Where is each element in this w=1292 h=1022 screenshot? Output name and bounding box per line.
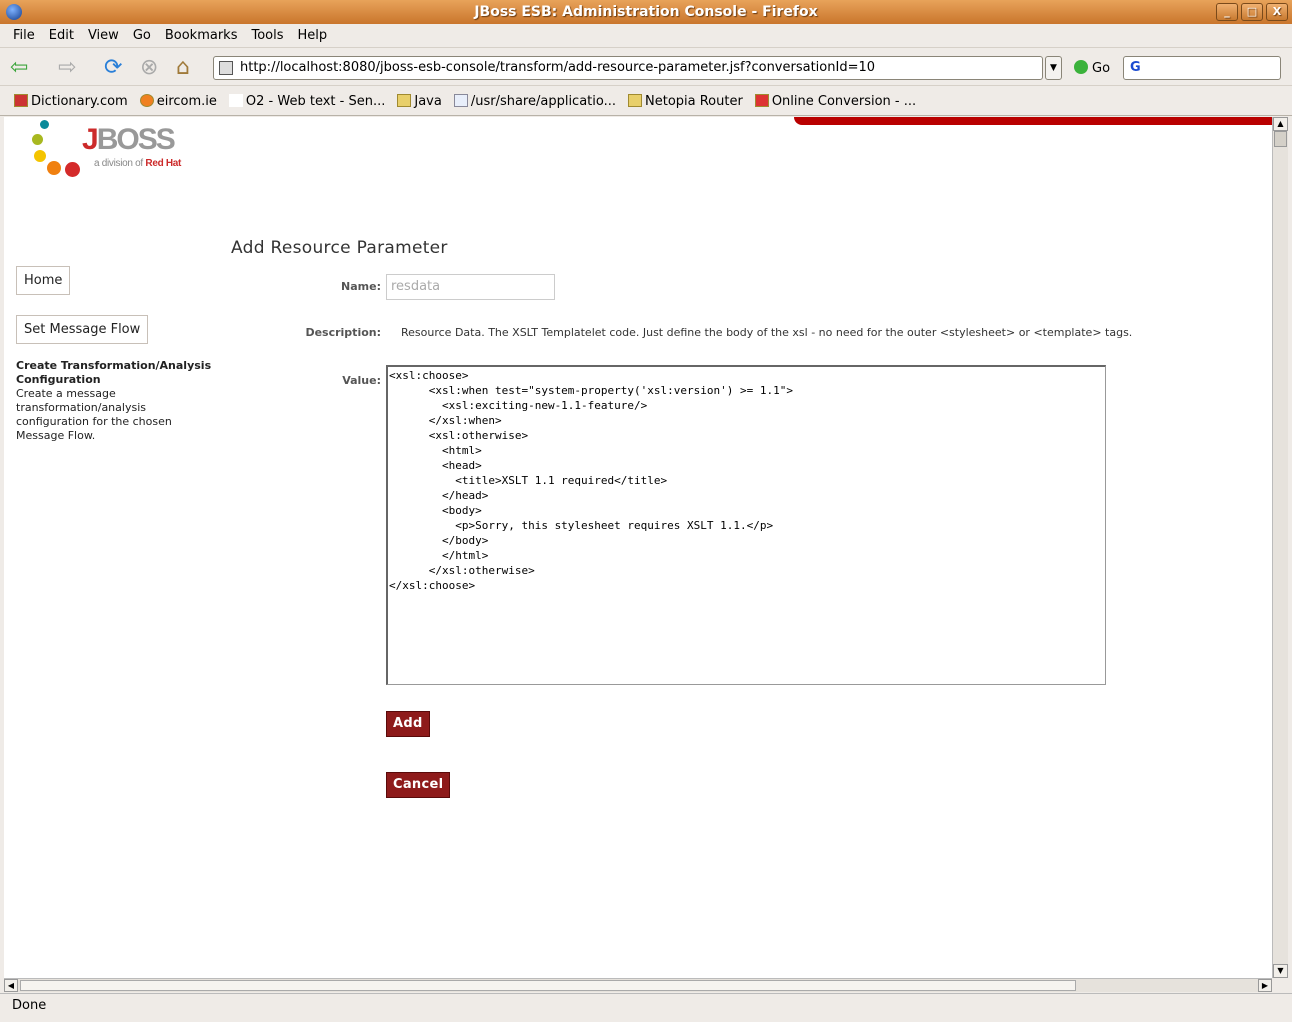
menu-tools[interactable]: Tools [244,28,290,43]
horizontal-scrollbar[interactable]: ◀ ▶ [4,978,1272,992]
home-icon[interactable]: ⌂ [176,56,190,80]
back-icon[interactable]: ⇦ [10,56,28,80]
add-button[interactable]: Add [386,711,430,737]
value-textarea[interactable]: <xsl:choose> <xsl:when test="system-prop… [386,365,1106,685]
page-title: Add Resource Parameter [231,238,448,258]
description-label: Description: [305,326,381,339]
menu-help[interactable]: Help [291,28,335,43]
reload-icon[interactable]: ⟳ [104,56,122,80]
status-text: Done [12,998,47,1013]
menu-bar: File Edit View Go Bookmarks Tools Help [0,24,1292,48]
firefox-icon [6,4,22,20]
description-text: Resource Data. The XSLT Templatelet code… [401,326,1133,339]
search-engine-icon[interactable]: G [1130,60,1141,75]
stop-icon[interactable]: ⊗ [140,56,158,80]
maximize-button[interactable]: □ [1241,3,1263,21]
sidebar-section-desc: Create a message transformation/analysis… [16,387,172,442]
name-field[interactable]: resdata [386,274,555,300]
scroll-right-arrow[interactable]: ▶ [1258,979,1272,992]
bookmark-dictionary[interactable]: Dictionary.com [14,94,128,109]
menu-go[interactable]: Go [126,28,158,43]
url-dropdown-button[interactable]: ▼ [1045,56,1062,80]
go-label: Go [1092,61,1111,76]
cancel-button[interactable]: Cancel [386,772,451,798]
bookmark-o2[interactable]: O2 - Web text - Sen... [228,94,385,109]
url-text: http://localhost:8080/jboss-esb-console/… [240,60,876,75]
bookmark-usr-share[interactable]: /usr/share/applicatio... [453,94,616,109]
menu-edit[interactable]: Edit [42,28,81,43]
set-message-flow-button[interactable]: Set Message Flow [16,315,149,344]
name-label: Name: [341,280,381,293]
bookmarks-toolbar: Dictionary.com eircom.ie O2 - Web text -… [0,88,1292,116]
home-button[interactable]: Home [16,266,71,295]
bookmark-eircom[interactable]: eircom.ie [139,94,217,109]
bookmark-folder-netopia[interactable]: Netopia Router [628,94,743,109]
go-icon [1074,60,1088,74]
bookmark-online-conversion[interactable]: Online Conversion - ... [754,94,916,109]
page-content: JBOSS a division of Red Hat Add Resource… [4,117,1272,978]
bookmark-folder-java[interactable]: Java [397,94,442,109]
menu-bookmarks[interactable]: Bookmarks [158,28,245,43]
menu-view[interactable]: View [81,28,126,43]
header-band [794,117,1272,125]
scroll-down-arrow[interactable]: ▼ [1273,964,1288,978]
go-button[interactable]: Go [1074,60,1110,76]
status-bar: Done [0,993,1292,1022]
value-label: Value: [342,374,381,387]
jboss-logo: JBOSS a division of Red Hat [30,117,200,182]
search-input[interactable]: G [1123,56,1281,80]
minimize-button[interactable]: _ [1216,3,1238,21]
window-titlebar: JBoss ESB: Administration Console - Fire… [0,0,1292,24]
scroll-left-arrow[interactable]: ◀ [4,979,18,992]
scroll-up-arrow[interactable]: ▲ [1273,117,1288,131]
close-button[interactable]: X [1266,3,1288,21]
scroll-thumb[interactable] [1274,131,1287,147]
menu-file[interactable]: File [6,28,42,43]
sidebar-section-title: Create Transformation/Analysis Configura… [16,359,212,386]
vertical-scrollbar[interactable]: ▲ ▼ [1272,117,1288,978]
page-favicon [219,61,233,75]
window-title: JBoss ESB: Administration Console - Fire… [474,4,818,20]
horizontal-scroll-thumb[interactable] [20,980,1076,991]
url-bar[interactable]: http://localhost:8080/jboss-esb-console/… [213,56,1043,80]
sidebar-section: Create Transformation/Analysis Configura… [16,359,216,443]
forward-icon[interactable]: ⇨ [58,56,76,80]
